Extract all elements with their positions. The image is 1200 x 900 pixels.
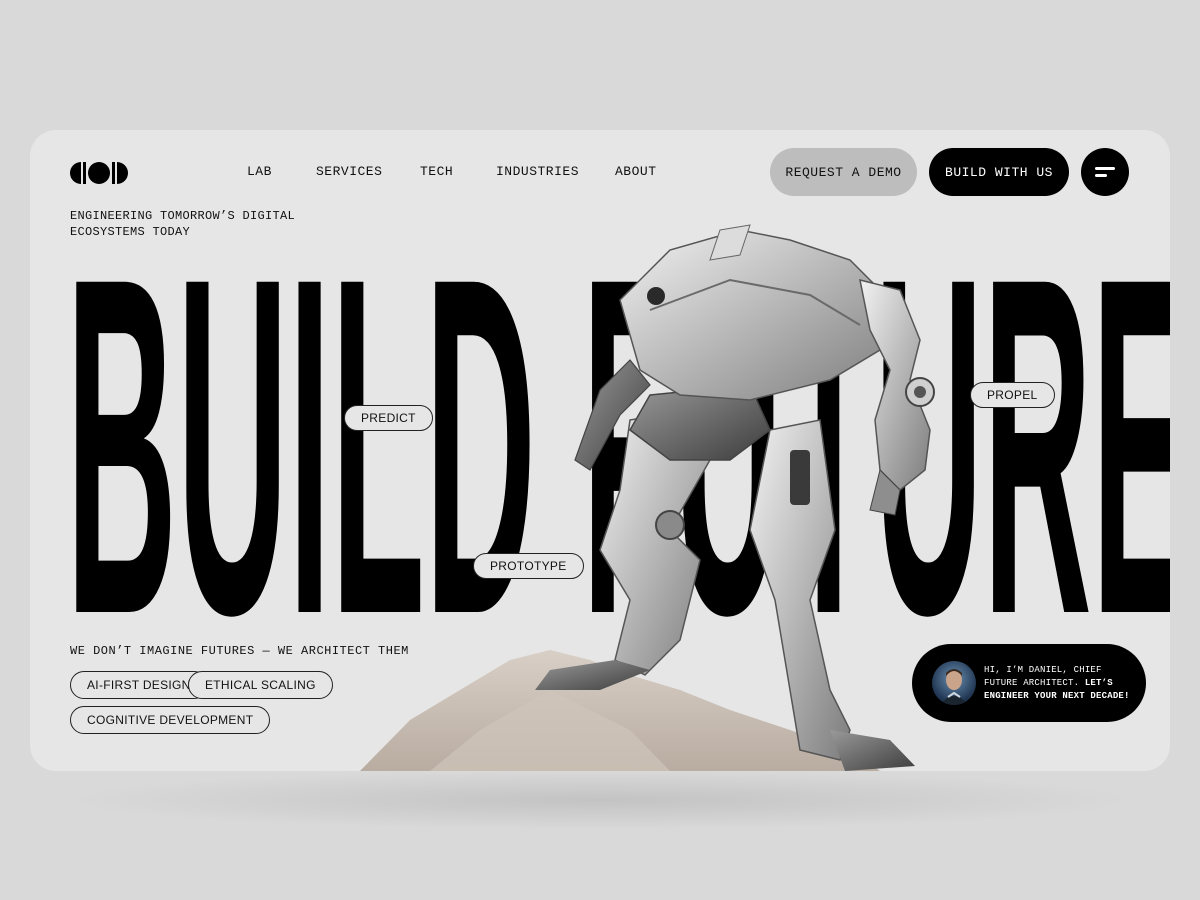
hero-card: BUILD FUTURE LAB SERVICES TECH INDUSTRIE… <box>30 130 1170 771</box>
manifesto-text: WE DON’T IMAGINE FUTURES — WE ARCHITECT … <box>70 644 409 658</box>
tag-propel[interactable]: PROPEL <box>970 382 1055 408</box>
menu-button[interactable] <box>1081 148 1129 196</box>
nav-item-industries[interactable]: INDUSTRIES <box>496 164 579 179</box>
tag-cognitive-development[interactable]: COGNITIVE DEVELOPMENT <box>70 706 271 734</box>
tag-ethical-scaling[interactable]: ETHICAL SCALING <box>188 671 333 699</box>
menu-icon <box>1095 167 1115 177</box>
nav-item-services[interactable]: SERVICES <box>316 164 382 179</box>
tag-prototype[interactable]: PROTOTYPE <box>473 553 584 579</box>
chat-message: HI, I’M DANIEL, CHIEF FUTURE ARCHITECT. … <box>984 664 1134 703</box>
request-demo-button[interactable]: REQUEST A DEMO <box>770 148 917 196</box>
card-shadow <box>60 770 1140 830</box>
brand-logo-icon[interactable] <box>70 162 128 184</box>
avatar <box>932 661 976 705</box>
tag-ai-first-design[interactable]: AI-FIRST DESIGN <box>70 671 208 699</box>
hero-tagline: ENGINEERING TOMORROW’S DIGITAL ECOSYSTEM… <box>70 209 296 239</box>
nav-item-about[interactable]: ABOUT <box>615 164 657 179</box>
tag-predict[interactable]: PREDICT <box>344 405 433 431</box>
chat-card[interactable]: HI, I’M DANIEL, CHIEF FUTURE ARCHITECT. … <box>912 644 1146 722</box>
nav-item-tech[interactable]: TECH <box>420 164 453 179</box>
nav-item-lab[interactable]: LAB <box>247 164 272 179</box>
build-with-us-button[interactable]: BUILD WITH US <box>929 148 1069 196</box>
